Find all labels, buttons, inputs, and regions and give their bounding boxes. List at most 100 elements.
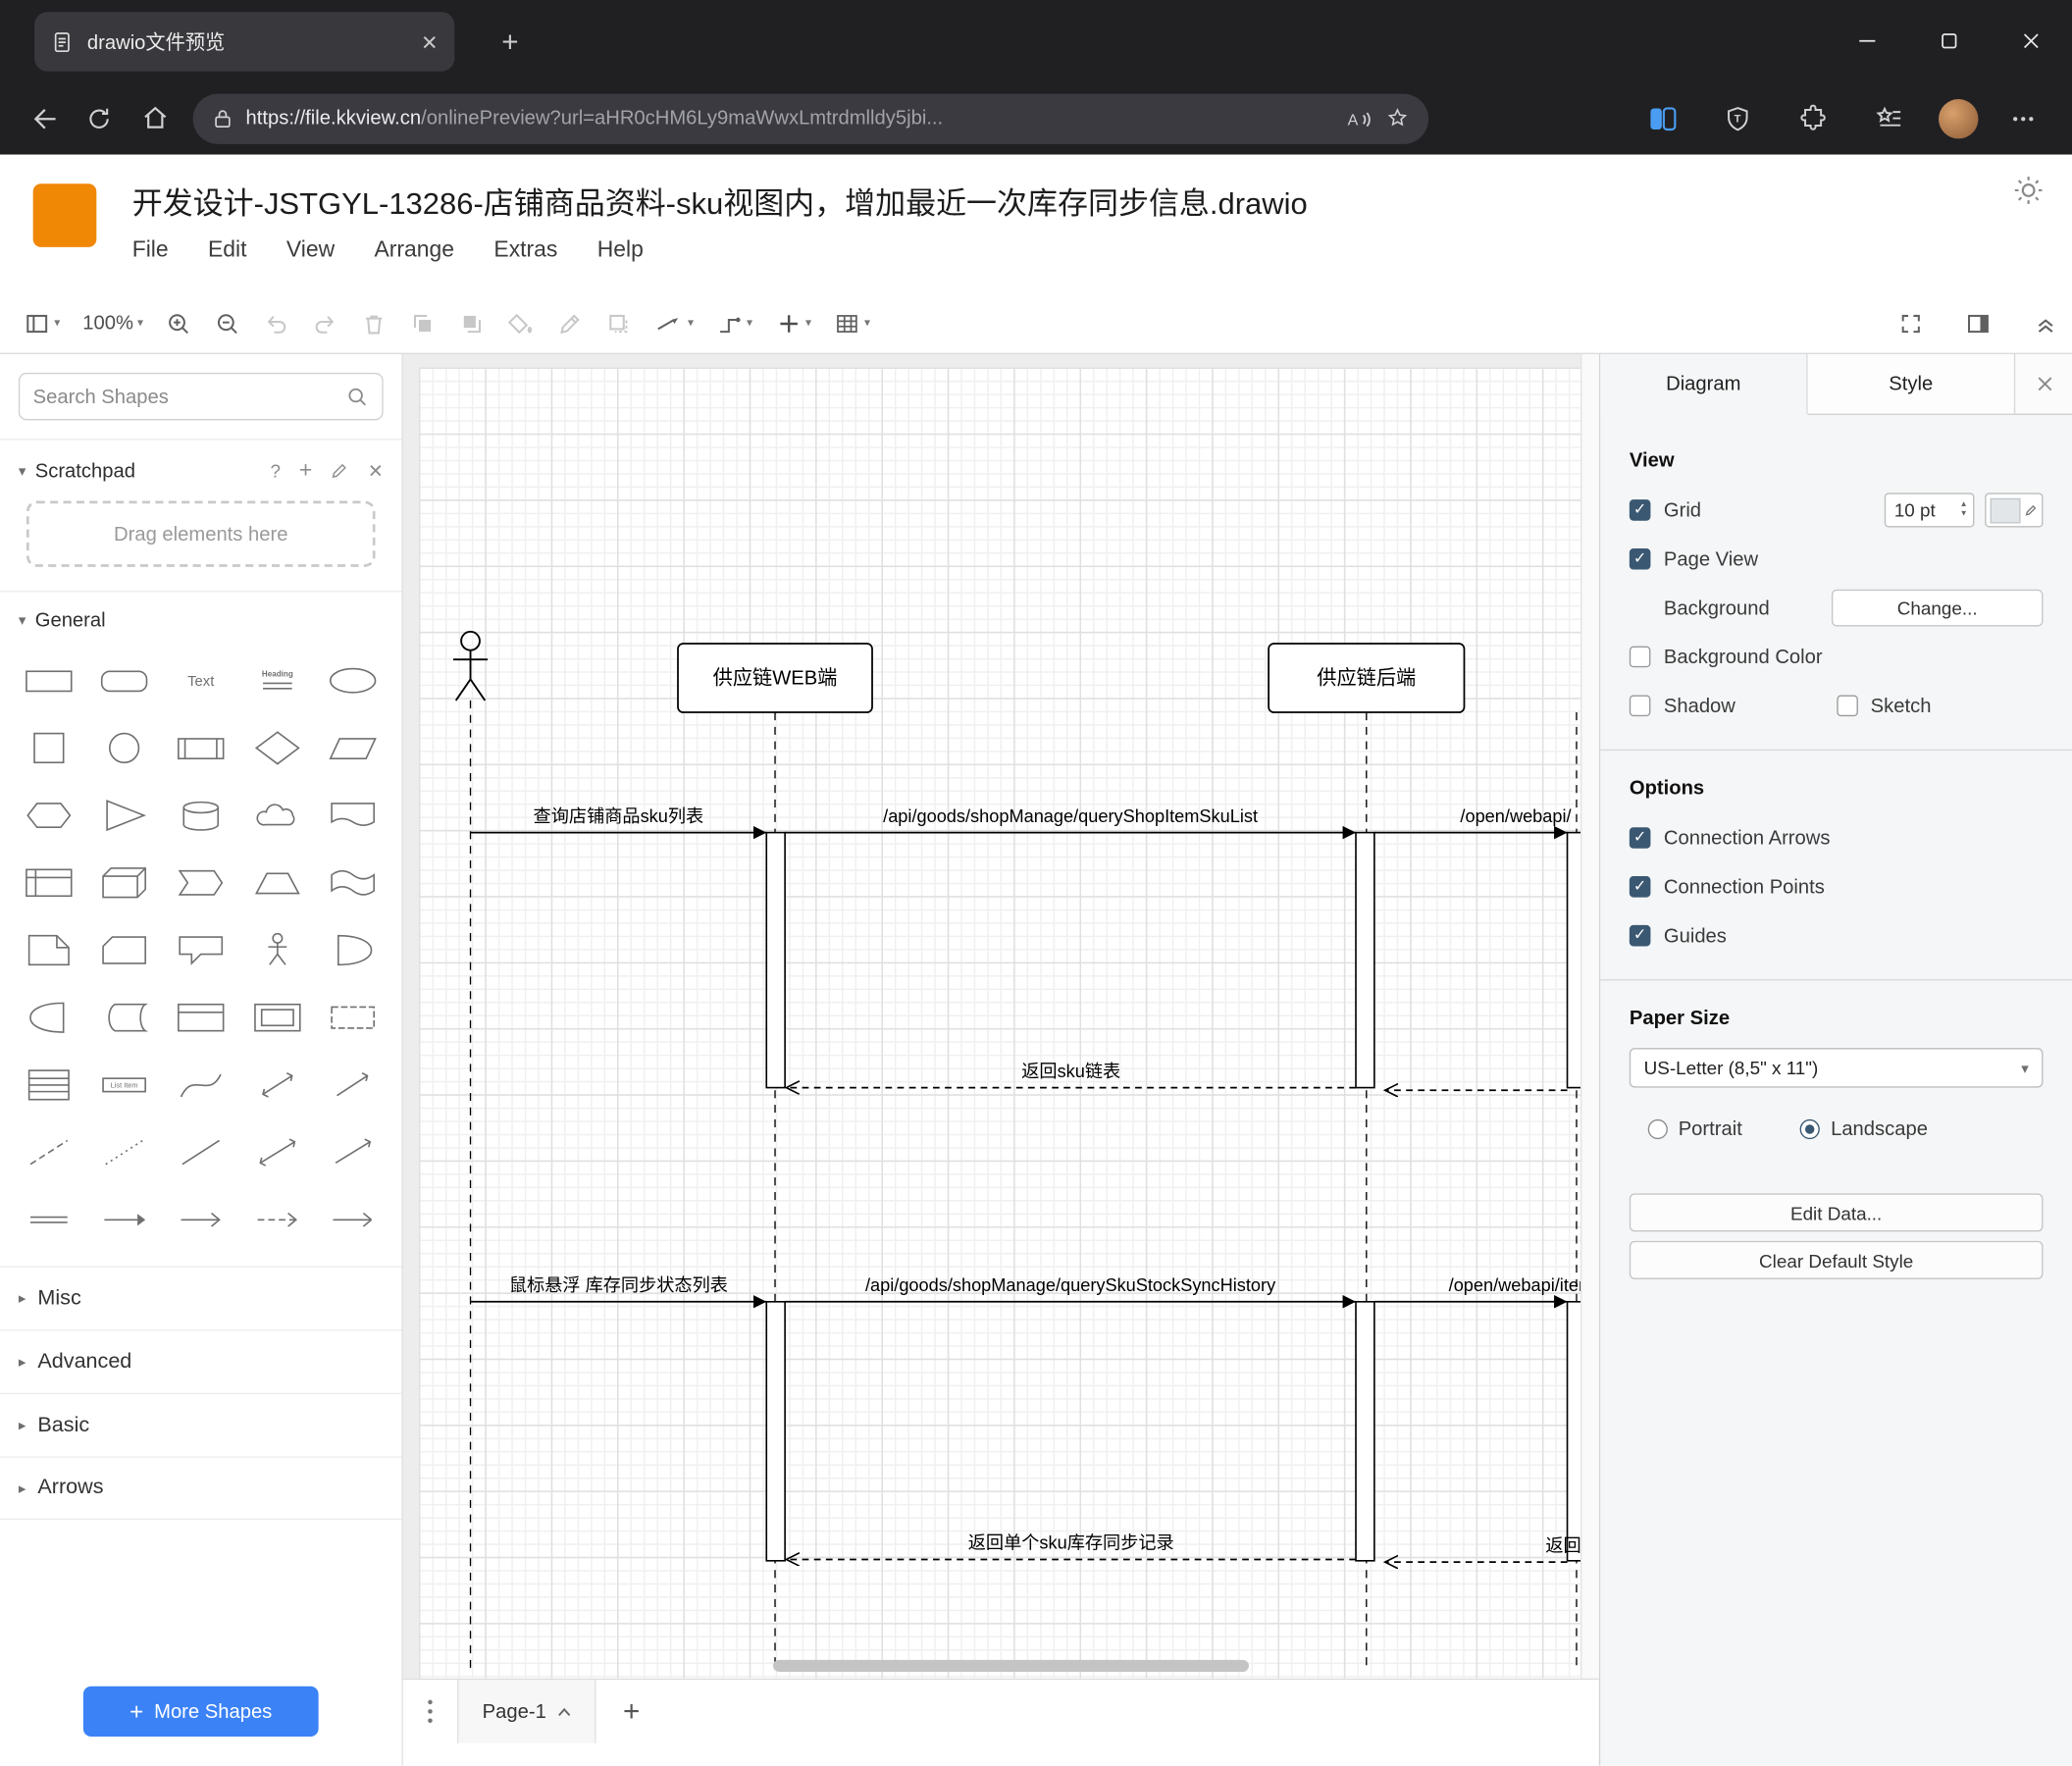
read-aloud-icon[interactable]: A <box>1344 105 1373 131</box>
landscape-radio[interactable] <box>1800 1118 1821 1139</box>
menu-help[interactable]: Help <box>597 236 644 263</box>
background-color-checkbox[interactable] <box>1629 646 1651 668</box>
connection-arrows-checkbox[interactable] <box>1629 827 1651 849</box>
shadow-checkbox[interactable] <box>1629 695 1651 717</box>
shape-rough-rectangle-icon[interactable] <box>315 983 391 1051</box>
canvas-area[interactable]: 供应链WEB端 供应链后端 查询店铺商品sku列表/api/goods/shopMa… <box>402 353 1599 1679</box>
edit-scratchpad-icon[interactable] <box>331 461 349 480</box>
connection-points-checkbox[interactable] <box>1629 876 1651 898</box>
shield-icon[interactable]: T <box>1713 94 1763 141</box>
activation-bar[interactable] <box>1566 831 1581 1089</box>
menu-arrange[interactable]: Arrange <box>375 236 454 263</box>
to-back-button[interactable] <box>459 310 486 337</box>
shape-dashed-line-icon[interactable] <box>11 1118 87 1186</box>
shape-text-icon[interactable]: Text <box>163 647 239 714</box>
shape-circle-icon[interactable] <box>86 713 163 781</box>
sidebar-section-basic[interactable]: ▸ Basic <box>0 1392 402 1457</box>
shape-hexagon-icon[interactable] <box>11 781 87 849</box>
shape-arrow-edge-icon[interactable] <box>86 1185 163 1253</box>
maximize-button[interactable] <box>1908 0 1991 82</box>
shape-rectangle-icon[interactable] <box>11 647 87 714</box>
refresh-button[interactable] <box>74 94 124 141</box>
shape-process-icon[interactable] <box>163 713 239 781</box>
shape-thin-arrow-edge-icon[interactable] <box>163 1185 239 1253</box>
extensions-icon[interactable] <box>1787 94 1838 141</box>
minimize-button[interactable] <box>1827 0 1909 82</box>
fill-color-button[interactable] <box>508 310 535 337</box>
menu-file[interactable]: File <box>132 236 169 263</box>
menu-extras[interactable]: Extras <box>493 236 557 263</box>
edit-data-button[interactable]: Edit Data... <box>1629 1193 2044 1232</box>
shape-bidirectional-edge-icon[interactable] <box>239 1118 316 1186</box>
tab-close-icon[interactable] <box>420 32 439 51</box>
search-box[interactable] <box>18 372 384 421</box>
add-page-button[interactable]: + <box>596 1680 666 1743</box>
tab-diagram[interactable]: Diagram <box>1600 353 1808 415</box>
home-button[interactable] <box>130 94 180 141</box>
shape-internal-storage-icon[interactable] <box>11 849 87 916</box>
more-shapes-button[interactable]: + More Shapes <box>82 1686 319 1737</box>
change-background-button[interactable]: Change... <box>1831 589 2044 627</box>
shape-container-icon[interactable] <box>163 983 239 1051</box>
sidebar-section-arrows[interactable]: ▸ Arrows <box>0 1456 402 1521</box>
shape-link-icon[interactable] <box>11 1185 87 1253</box>
shape-or-icon[interactable] <box>315 915 391 983</box>
sketch-checkbox[interactable] <box>1836 695 1858 717</box>
panel-close-icon[interactable] <box>2018 354 2072 414</box>
shape-diamond-icon[interactable] <box>239 713 316 781</box>
grid-size-input[interactable] <box>1886 499 1944 521</box>
vertical-scrollbar[interactable] <box>1580 353 1599 1679</box>
landscape-option[interactable]: Landscape <box>1800 1117 1928 1140</box>
close-scratchpad-icon[interactable]: ✕ <box>368 459 384 482</box>
shape-cylinder-icon[interactable] <box>163 781 239 849</box>
to-front-button[interactable] <box>410 310 437 337</box>
shape-dashed-arrow-edge-icon[interactable] <box>239 1185 316 1253</box>
tab-style[interactable]: Style <box>1807 353 2016 414</box>
horizontal-scrollbar-thumb[interactable] <box>772 1659 1249 1672</box>
shape-frame-icon[interactable] <box>239 983 316 1051</box>
activation-bar[interactable] <box>1355 831 1375 1089</box>
address-bar[interactable]: https://file.kkview.cn/onlinePreview?url… <box>192 92 1429 144</box>
activation-bar[interactable] <box>1355 1300 1375 1562</box>
waypoints-button[interactable]: ▾ <box>716 310 752 337</box>
favorite-star-icon[interactable] <box>1385 106 1411 131</box>
activation-bar[interactable] <box>1566 1300 1581 1562</box>
shape-trapezoid-icon[interactable] <box>239 849 316 916</box>
shape-data-storage-icon[interactable] <box>86 983 163 1051</box>
shape-card-icon[interactable] <box>86 915 163 983</box>
shape-bidirectional-arrow-icon[interactable] <box>239 1051 316 1118</box>
grid-checkbox[interactable] <box>1629 499 1651 521</box>
view-pages-button[interactable]: ▾ <box>24 310 60 337</box>
shape-curve-icon[interactable] <box>163 1051 239 1118</box>
shape-ellipse-icon[interactable] <box>315 647 391 714</box>
shape-heading-icon[interactable]: Heading <box>239 647 316 714</box>
shape-step-icon[interactable] <box>163 849 239 916</box>
sidebar-section-misc[interactable]: ▸ Misc <box>0 1266 402 1329</box>
shape-arrow-icon[interactable] <box>315 1051 391 1118</box>
fullscreen-button[interactable] <box>1897 310 1924 337</box>
shadow-button[interactable] <box>606 310 633 337</box>
portrait-option[interactable]: Portrait <box>1647 1117 1742 1140</box>
menu-view[interactable]: View <box>286 236 335 263</box>
shape-list-icon[interactable] <box>11 1051 87 1118</box>
shape-rounded-rectangle-icon[interactable] <box>86 647 163 714</box>
shape-directional-edge-icon[interactable] <box>315 1118 391 1186</box>
delete-button[interactable] <box>361 310 388 337</box>
scratchpad-dropzone[interactable]: Drag elements here <box>26 500 376 567</box>
format-panel-button[interactable] <box>1965 310 1992 337</box>
more-menu-icon[interactable] <box>1998 94 2048 141</box>
page-view-checkbox[interactable] <box>1629 548 1651 570</box>
sidebar-section-advanced[interactable]: ▸ Advanced <box>0 1329 402 1393</box>
zoom-out-button[interactable] <box>215 310 241 337</box>
shape-square-icon[interactable] <box>11 713 87 781</box>
scratchpad-header[interactable]: ▾ Scratchpad ? + ✕ <box>0 441 401 496</box>
shape-parallelogram-icon[interactable] <box>315 713 391 781</box>
menu-edit[interactable]: Edit <box>208 236 246 263</box>
back-button[interactable] <box>19 94 69 141</box>
shape-note-icon[interactable] <box>11 915 87 983</box>
sequence-diagram[interactable]: 供应链WEB端 供应链后端查询店铺商品sku列表/api/goods/shopMa… <box>419 367 1581 1678</box>
split-screen-icon[interactable] <box>1637 94 1687 141</box>
page-tab[interactable]: Page-1 <box>457 1680 597 1743</box>
portrait-radio[interactable] <box>1647 1118 1668 1139</box>
help-icon[interactable]: ? <box>271 460 282 482</box>
